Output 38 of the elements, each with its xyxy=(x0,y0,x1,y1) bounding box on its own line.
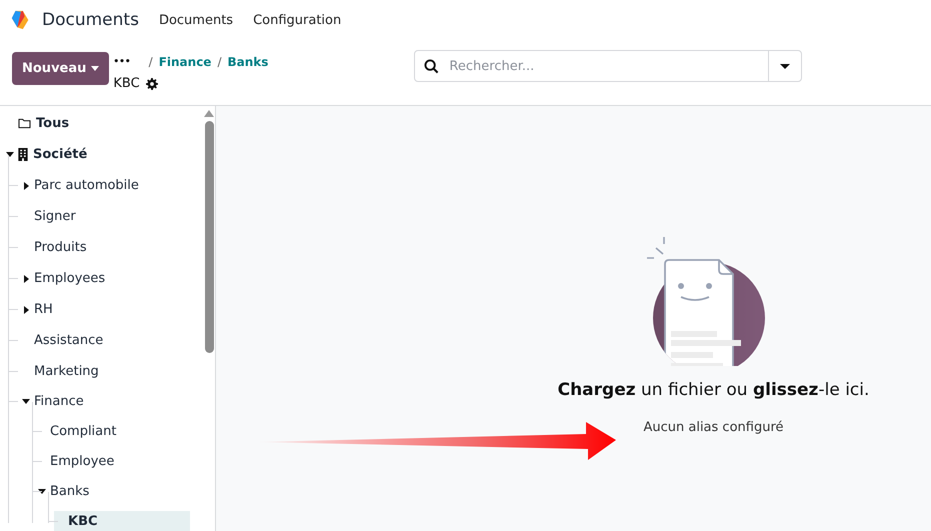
dropdown-caret-icon[interactable] xyxy=(780,64,790,68)
folder-item[interactable]: Employee xyxy=(48,450,118,472)
search-field[interactable]: Rechercher... xyxy=(414,50,802,82)
folder-item[interactable]: Parc automobile xyxy=(32,175,143,196)
breadcrumb-separator: / xyxy=(217,54,222,68)
caret-icon xyxy=(91,66,100,71)
caret-icon[interactable] xyxy=(24,274,28,282)
folder-item[interactable]: RH xyxy=(32,299,57,320)
folder-item[interactable]: Produits xyxy=(32,237,91,258)
folder-item[interactable]: Finance xyxy=(32,390,88,412)
breadcrumb-separator: / xyxy=(148,54,153,68)
folder-icon xyxy=(18,118,31,129)
new-button[interactable]: Nouveau xyxy=(12,52,110,85)
folder-item[interactable]: Banks xyxy=(48,480,94,502)
breadcrumb-link[interactable]: Banks xyxy=(228,54,268,68)
folder-item[interactable]: Assistance xyxy=(32,330,108,351)
scrollbar-thumb[interactable] xyxy=(204,121,214,353)
search-input[interactable]: Rechercher... xyxy=(447,58,768,74)
folder-item[interactable]: KBC xyxy=(54,510,190,531)
search-icon xyxy=(424,58,440,74)
building-icon xyxy=(18,148,28,161)
folder-item[interactable]: Compliant xyxy=(48,420,120,442)
folder-item[interactable]: Signer xyxy=(32,206,80,227)
menu-item[interactable]: Configuration xyxy=(253,12,342,28)
folder-item[interactable]: Marketing xyxy=(32,360,103,382)
folder-item[interactable]: Société xyxy=(16,144,92,165)
breadcrumb-more[interactable]: ••• xyxy=(113,56,131,66)
empty-state-subtitle: Aucun alias configuré xyxy=(643,420,784,435)
caret-icon[interactable] xyxy=(24,306,28,314)
empty-state-title: Chargez un fichier ou glissez-le ici. xyxy=(558,380,870,400)
caret-icon[interactable] xyxy=(24,182,28,190)
gear-icon[interactable] xyxy=(146,78,158,90)
current-folder: KBC xyxy=(113,76,140,91)
app-name: Documents xyxy=(42,10,139,30)
menu-item[interactable]: Documents xyxy=(158,12,234,28)
folder-item[interactable]: Tous xyxy=(16,113,74,134)
breadcrumb-link[interactable]: Finance xyxy=(158,54,212,68)
folder-item[interactable]: Employees xyxy=(32,268,110,289)
